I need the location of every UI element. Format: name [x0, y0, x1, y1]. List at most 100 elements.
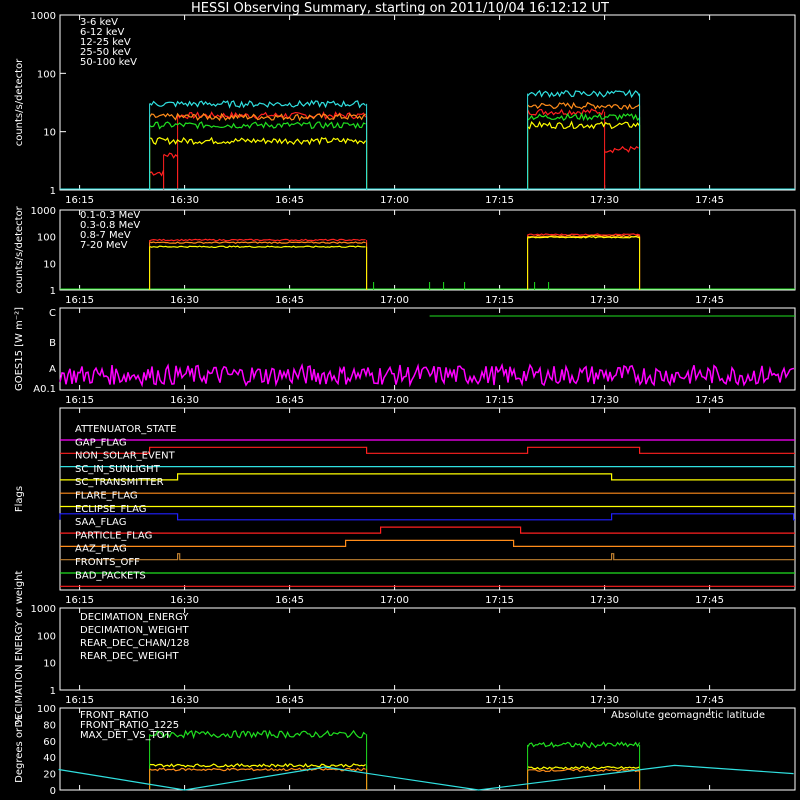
series-6-12 keV: [527, 101, 640, 111]
y-tick-label: 1000: [31, 11, 56, 22]
y-tick-label: 1000: [31, 604, 56, 615]
series-25-50 keV: [527, 112, 641, 122]
x-tick-label: 16:30: [170, 295, 199, 306]
annotation: Absolute geomagnetic latitude: [611, 710, 765, 721]
y-tick-label: C: [49, 308, 56, 319]
y-tick-label: 100: [37, 704, 56, 715]
x-tick-label: 17:30: [590, 595, 619, 606]
flag-label: NON_SOLAR_EVENT: [75, 451, 176, 462]
panel-2-frame: [59, 209, 796, 291]
y-axis-label: counts/s/detector: [14, 205, 25, 293]
flag-label: SAA_FLAG: [75, 517, 126, 528]
y-tick-label: 20: [43, 770, 56, 781]
series-FRONT_RATIO_1225: [149, 729, 367, 740]
y-tick-label: B: [49, 338, 56, 349]
y-tick-label: 0: [50, 786, 56, 797]
legend-entry: 7-20 MeV: [80, 240, 128, 251]
x-tick-label: 17:00: [380, 695, 409, 706]
legend-entry: REAR_DEC_CHAN/128: [80, 638, 189, 649]
flag-label: FRONTS_OFF: [75, 557, 140, 568]
series-MAX_DET_VS_TOT: [527, 768, 640, 773]
flag-line-PARTICLE_FLAG: [60, 539, 795, 547]
legend-entry: 50-100 keV: [80, 57, 137, 68]
y-tick-label: A: [49, 364, 56, 375]
x-tick-label: 16:15: [65, 695, 94, 706]
y-tick-label: 100: [37, 233, 56, 244]
flag-label: AAZ_FLAG: [75, 544, 127, 555]
series-50-100 keV: [527, 89, 641, 99]
x-tick-label: 17:15: [485, 695, 514, 706]
x-tick-label: 16:45: [275, 295, 304, 306]
chart-title: HESSI Observing Summary, starting on 201…: [191, 1, 609, 16]
y-tick-label: 100: [37, 631, 56, 642]
series-3-6 keV: [604, 145, 639, 154]
x-tick-label: 17:15: [485, 395, 514, 406]
hessi-summary-chart: HESSI Observing Summary, starting on 201…: [14, 1, 796, 797]
y-axis-label: Degrees or %: [14, 715, 25, 783]
series-0.8-7 MeV: [527, 235, 640, 239]
flag-line-ECLIPSE_FLAG: [59, 513, 795, 521]
series-3-6 keV: [149, 169, 165, 177]
x-tick-label: 16:30: [170, 595, 199, 606]
y-tick-label: 80: [43, 720, 56, 731]
y-tick-label: 10: [43, 659, 56, 670]
x-tick-label: 16:45: [275, 595, 304, 606]
x-tick-label: 17:15: [485, 595, 514, 606]
x-tick-label: 16:45: [275, 195, 304, 206]
y-axis-label: GOES15 [W m⁻²]: [14, 307, 25, 391]
x-tick-label: 17:45: [695, 695, 724, 706]
flag-label: SC_TRANSMITTER: [75, 477, 164, 488]
y-axis-label: counts/s/detector: [14, 58, 25, 146]
legend-entry: DECIMATION_ENERGY: [80, 612, 189, 623]
y-tick-label: 60: [43, 737, 56, 748]
y-axis-label: DECIMATION ENERGY or weight: [14, 570, 25, 727]
flag-label: ECLIPSE_FLAG: [75, 504, 146, 515]
x-tick-label: 17:30: [590, 295, 619, 306]
series-FRONT_RATIO: [527, 765, 640, 770]
series-0.8-7 MeV: [149, 245, 366, 249]
panel-4-frame: [59, 407, 796, 591]
flag-line-SC_IN_SUNLIGHT: [60, 473, 795, 481]
series-3-6 keV: [527, 108, 605, 117]
series-25-50 keV: [149, 121, 366, 130]
x-tick-label: 17:45: [695, 395, 724, 406]
series-0.1-0.3 MeV: [527, 233, 640, 236]
y-tick-label: 100: [37, 69, 56, 80]
series-0.1-0.3 MeV: [149, 238, 366, 242]
series-12-25 keV: [527, 120, 641, 130]
x-tick-label: 17:30: [590, 195, 619, 206]
flag-label: GAP_FLAG: [75, 437, 127, 448]
legend-entry: REAR_DEC_WEIGHT: [80, 651, 179, 662]
x-tick-label: 17:00: [380, 295, 409, 306]
y-axis-label: Flags: [14, 486, 25, 512]
x-tick-label: 16:30: [170, 395, 199, 406]
flag-line-AAZ_FLAG: [60, 553, 795, 561]
x-tick-label: 16:30: [170, 695, 199, 706]
x-tick-label: 16:15: [65, 295, 94, 306]
x-tick-label: 17:30: [590, 695, 619, 706]
x-tick-label: 16:45: [275, 395, 304, 406]
x-tick-label: 17:30: [590, 395, 619, 406]
x-tick-label: 17:15: [485, 295, 514, 306]
x-tick-label: 17:00: [380, 595, 409, 606]
y-tick-label: A0.1: [33, 384, 56, 395]
x-tick-label: 16:45: [275, 695, 304, 706]
flag-label: FLARE_FLAG: [75, 491, 138, 502]
series-FRONT_RATIO: [149, 762, 366, 768]
y-tick-label: 40: [43, 753, 56, 764]
x-tick-label: 17:45: [695, 295, 724, 306]
series-goes-low: [59, 362, 795, 388]
x-tick-label: 16:15: [65, 395, 94, 406]
y-tick-label: 1: [50, 186, 56, 197]
x-tick-label: 16:30: [170, 195, 199, 206]
y-tick-label: 1: [50, 686, 56, 697]
series-12-25 keV: [149, 136, 367, 146]
series-50-100 keV: [149, 99, 367, 109]
x-tick-label: 16:15: [65, 595, 94, 606]
series-FRONT_RATIO_1225: [527, 741, 641, 749]
y-tick-label: 10: [43, 128, 56, 139]
y-tick-label: 10: [43, 259, 56, 270]
flag-label: BAD_PACKETS: [75, 570, 146, 581]
x-tick-label: 17:00: [380, 195, 409, 206]
series-3-6 keV: [163, 152, 178, 159]
